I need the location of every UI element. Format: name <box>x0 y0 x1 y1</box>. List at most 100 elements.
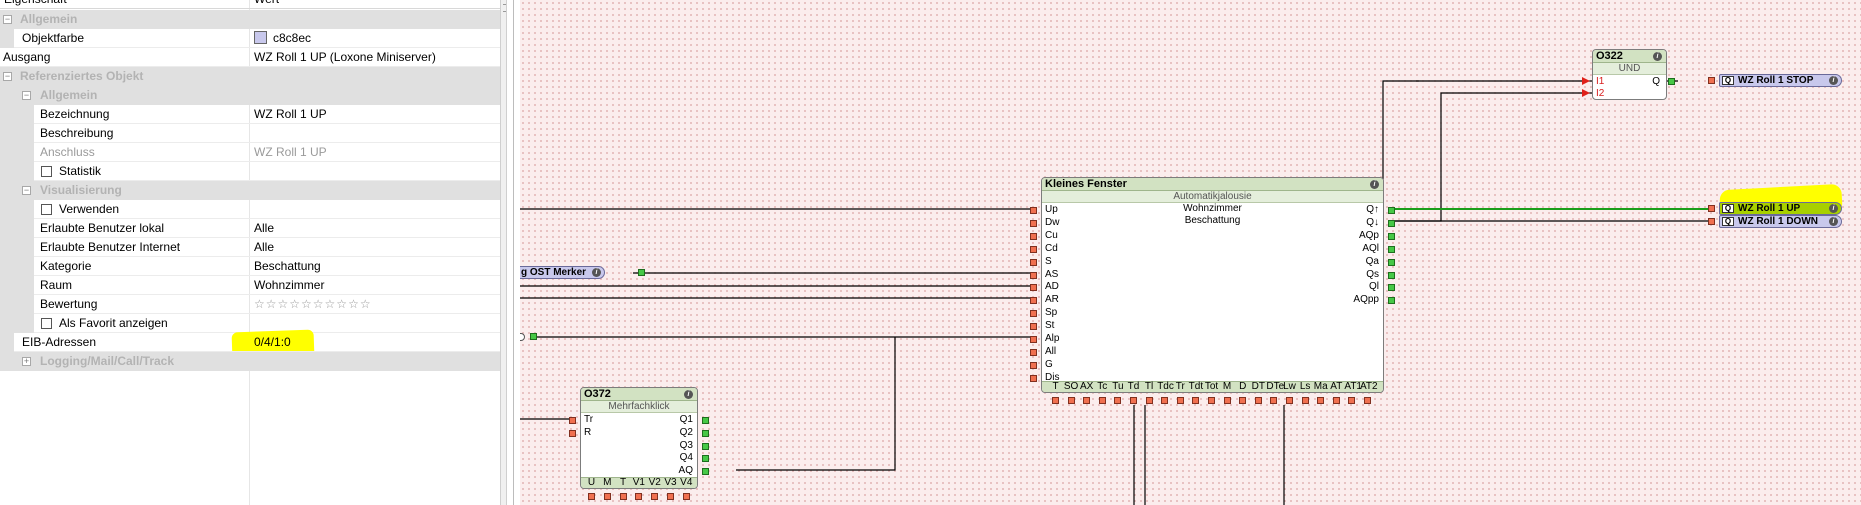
output-q4[interactable]: Q4 <box>680 452 693 464</box>
output-q1[interactable]: Q1 <box>680 414 693 426</box>
alp-source-port[interactable] <box>530 333 537 340</box>
input-port-cu[interactable] <box>1030 232 1037 240</box>
category-allgemein-sub[interactable]: − Allgemein <box>0 86 500 105</box>
param-port-tl[interactable] <box>1145 397 1153 404</box>
input-port-dw[interactable] <box>1030 219 1037 227</box>
output-port-5[interactable] <box>1388 271 1395 279</box>
param-tu[interactable]: Tu <box>1110 381 1125 392</box>
param-port-dte[interactable] <box>1270 397 1278 404</box>
param-ax[interactable]: AX <box>1079 381 1094 392</box>
param-at1[interactable]: AT1 <box>1344 381 1362 392</box>
input-cu[interactable]: Cu <box>1045 230 1058 242</box>
param-port-tc[interactable] <box>1098 397 1106 404</box>
color-swatch[interactable] <box>254 31 267 44</box>
o322-q-port[interactable] <box>1668 78 1675 85</box>
tag-wz-roll-1-up[interactable]: Q WZ Roll 1 UP i <box>1719 202 1842 215</box>
row-beschreibung[interactable]: Beschreibung <box>0 124 500 143</box>
block-kleines-fenster[interactable]: Kleines Fenster i Automatikjalousie Wohnz… <box>1030 177 1395 404</box>
input-up[interactable]: Up <box>1045 204 1058 216</box>
property-value[interactable]: Wohnzimmer <box>250 276 500 295</box>
block-o322[interactable]: O322 i UND I1 I2 Q <box>1592 49 1667 100</box>
input-g[interactable]: G <box>1045 359 1053 371</box>
param-port-v3[interactable] <box>667 493 674 500</box>
input-tr[interactable]: Tr <box>584 414 593 426</box>
property-value[interactable]: 0/4/1:0 <box>250 333 500 352</box>
row-raum[interactable]: Raum Wohnzimmer <box>0 276 500 295</box>
input-port-dis[interactable] <box>1030 374 1037 382</box>
input-port-s[interactable] <box>1030 258 1037 266</box>
row-verwenden[interactable]: Verwenden <box>0 200 500 219</box>
input-i2[interactable]: I2 <box>1596 88 1604 100</box>
merker-output-port[interactable] <box>638 269 645 276</box>
param-v1[interactable]: V1 <box>631 477 646 488</box>
param-at2[interactable]: AT2 <box>1360 381 1378 392</box>
property-value[interactable]: c8c8ec <box>250 29 500 48</box>
row-bewertung[interactable]: Bewertung ☆☆☆☆☆☆☆☆☆☆ <box>0 295 500 314</box>
info-icon[interactable]: i <box>1370 180 1379 189</box>
param-tl[interactable]: Tl <box>1142 381 1157 392</box>
param-port-v4[interactable] <box>682 493 690 500</box>
param-port-lw[interactable] <box>1286 397 1293 404</box>
output-port-q3[interactable] <box>702 442 709 450</box>
property-value[interactable]: WZ Roll 1 UP (Loxone Miniserver) <box>250 48 500 67</box>
input-as[interactable]: AS <box>1045 269 1058 281</box>
output-port-7[interactable] <box>1388 297 1395 305</box>
info-icon[interactable]: i <box>1829 76 1838 85</box>
output-port-aq[interactable] <box>702 468 709 476</box>
input-all[interactable]: All <box>1045 346 1056 358</box>
category-allgemein[interactable]: − Allgemein <box>0 10 500 29</box>
output-q2[interactable]: Q2 <box>680 427 693 439</box>
logic-canvas[interactable]: g OST Merker i O322 i UND I1 I2 Q Q WZ Ro… <box>520 0 1861 505</box>
info-icon[interactable]: i <box>1829 217 1838 226</box>
block-o372[interactable]: O372 i Mehrfachklick Tr R Q1 Q2 Q3 Q4 AQ U M T V1 V… <box>569 387 709 500</box>
merker-tag[interactable]: g OST Merker i <box>520 266 606 279</box>
param-port-tdt[interactable] <box>1192 397 1200 404</box>
input-port-st[interactable] <box>1030 323 1037 331</box>
row-ausgang[interactable]: Ausgang WZ Roll 1 UP (Loxone Miniserver) <box>0 48 500 67</box>
rating-stars[interactable]: ☆☆☆☆☆☆☆☆☆☆ <box>250 295 500 314</box>
param-port-tr[interactable] <box>1176 397 1184 404</box>
output-2[interactable]: AQp <box>1359 230 1379 242</box>
input-port-cd[interactable] <box>1030 245 1037 253</box>
info-icon[interactable]: i <box>1653 52 1662 61</box>
output-6[interactable]: Ql <box>1369 281 1379 293</box>
param-v2[interactable]: V2 <box>647 477 662 488</box>
input-port-r[interactable] <box>569 429 576 437</box>
param-dt[interactable]: DT <box>1251 381 1266 392</box>
output-1[interactable]: Q↓ <box>1366 217 1379 229</box>
input-dw[interactable]: Dw <box>1045 217 1059 229</box>
output-port-6[interactable] <box>1388 284 1395 292</box>
row-bezeichnung[interactable]: Bezeichnung WZ Roll 1 UP <box>0 105 500 124</box>
param-port-so[interactable] <box>1067 397 1075 404</box>
input-port-alp[interactable] <box>1030 336 1037 343</box>
param-port-d[interactable] <box>1239 397 1247 404</box>
param-m[interactable]: M <box>1220 381 1235 392</box>
input-ad[interactable]: AD <box>1045 281 1059 293</box>
param-port-at1[interactable] <box>1348 397 1356 404</box>
output-aq[interactable]: AQ <box>679 465 693 477</box>
output-port-4[interactable] <box>1388 258 1395 266</box>
output-port-q2[interactable] <box>702 429 709 437</box>
input-port-as[interactable] <box>1030 271 1037 279</box>
property-value[interactable] <box>250 124 500 143</box>
param-v3[interactable]: V3 <box>663 477 678 488</box>
property-value[interactable]: Alle <box>250 219 500 238</box>
input-ar[interactable]: AR <box>1045 294 1059 306</box>
info-icon[interactable]: i <box>592 268 602 277</box>
output-port-q4[interactable] <box>702 455 709 463</box>
param-tot[interactable]: Tot <box>1204 381 1219 392</box>
param-td[interactable]: Td <box>1126 381 1141 392</box>
param-port-tdc[interactable] <box>1161 397 1169 404</box>
row-eib-adressen[interactable]: EIB-Adressen 0/4/1:0 <box>0 333 500 352</box>
row-kategorie[interactable]: Kategorie Beschattung <box>0 257 500 276</box>
param-port-v2[interactable] <box>651 493 659 500</box>
category-logging[interactable]: + Logging/Mail/Call/Track <box>0 352 500 371</box>
param-dte[interactable]: DTe <box>1266 381 1284 392</box>
param-d[interactable]: D <box>1235 381 1250 392</box>
input-port-all[interactable] <box>1030 348 1037 356</box>
input-r[interactable]: R <box>584 427 591 439</box>
input-i1[interactable]: I1 <box>1596 76 1604 88</box>
output-7[interactable]: AQpp <box>1353 294 1379 306</box>
row-erlaubte-lokal[interactable]: Erlaubte Benutzer lokal Alle <box>0 219 500 238</box>
param-port-t[interactable] <box>1052 397 1059 404</box>
